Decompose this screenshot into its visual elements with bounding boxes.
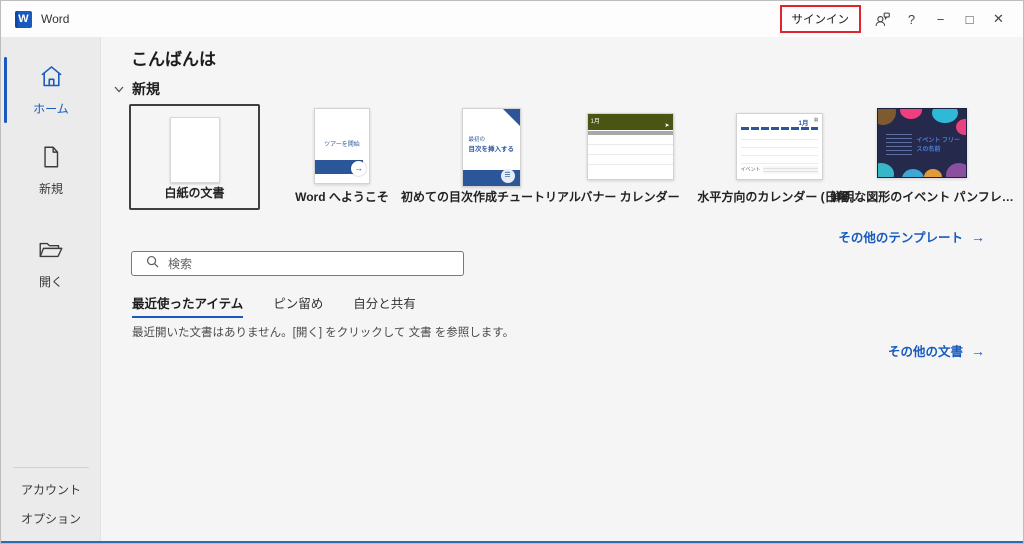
sign-in-button[interactable]: サインイン [783, 7, 859, 31]
week-header-line [741, 127, 818, 130]
toc-circle-icon: ☰ [501, 169, 515, 183]
arrow-right-icon: → [971, 229, 985, 245]
word-app-icon: W [15, 11, 32, 28]
thumb-event-label: イベント [741, 166, 761, 173]
blob-teal-top [932, 108, 958, 123]
toc-thumbnail: 最初の 目次を挿入する ☰ [462, 108, 521, 187]
calendar-grid [588, 135, 673, 171]
template-label: 鮮明な図形のイベント パンフレ… [822, 188, 1022, 205]
sidebar: ホーム 新規 開く アカウント オプション [1, 37, 101, 544]
blob-bronze [877, 108, 896, 125]
sidebar-item-home[interactable]: ホーム [1, 63, 101, 117]
corner-fold [503, 109, 520, 126]
sidebar-item-label: 開く [1, 273, 101, 290]
more-templates-link[interactable]: その他のテンプレート → [838, 227, 985, 246]
chevron-down-icon [114, 80, 124, 98]
app-title: Word [41, 12, 69, 26]
help-button[interactable]: ? [897, 1, 926, 37]
thumb-text-lines [886, 131, 912, 157]
sidebar-item-options[interactable]: オプション [1, 510, 101, 527]
blob-pink-top [900, 108, 922, 119]
welcome-thumbnail: ツアーを開始 → [314, 108, 370, 184]
blob-orange-bottom [924, 169, 942, 178]
template-vivid-event-brochure[interactable]: イベント フリー スの名前 鮮明な図形のイベント パンフレ… [822, 104, 1022, 183]
open-folder-icon [37, 250, 65, 267]
sidebar-divider [13, 467, 89, 468]
thumb-text: ツアーを開始 [315, 139, 369, 148]
new-document-icon [38, 157, 64, 174]
brochure-thumbnail: イベント フリー スの名前 [877, 108, 967, 178]
feedback-button[interactable] [868, 1, 897, 37]
word-start-screen: W Word サインイン ? − □ ✕ [0, 0, 1024, 544]
maximize-button[interactable]: □ [955, 1, 984, 37]
tab-recent[interactable]: 最近使ったアイテム [132, 293, 243, 318]
thumb-month: 1月 [798, 117, 808, 127]
thumb-text: 最初の 目次を挿入する [469, 135, 515, 153]
new-section-header[interactable]: 新規 [114, 79, 160, 99]
sidebar-item-open[interactable]: 開く [1, 237, 101, 290]
greeting-heading: こんばんは [131, 45, 216, 70]
template-label: 白紙の文書 [131, 184, 258, 201]
sidebar-item-new[interactable]: 新規 [1, 144, 101, 197]
calendar-grid [741, 132, 818, 164]
search-icon [132, 255, 159, 273]
search-box [131, 251, 464, 276]
new-section-title: 新規 [132, 79, 160, 99]
link-text: その他の文書 [888, 345, 963, 359]
blob-purple-bottom [946, 163, 967, 178]
more-documents-link[interactable]: その他の文書 → [888, 341, 985, 360]
titlebar-controls: サインイン ? − □ ✕ [783, 1, 1014, 37]
search-input[interactable] [168, 257, 463, 271]
window-accent-border [1, 541, 1023, 543]
main-content: こんばんは 新規 白紙の文書 ツアーを開始 → Word へようこそ [102, 37, 1024, 544]
olive-banner: 1月 ➤ [588, 114, 673, 130]
thumb-text: イベント フリー スの名前 [916, 135, 960, 153]
minimize-button[interactable]: − [926, 1, 955, 37]
close-button[interactable]: ✕ [984, 1, 1013, 37]
active-indicator [4, 57, 7, 123]
home-icon [38, 77, 65, 94]
arrow-circle-icon: → [351, 161, 366, 176]
thumb-mini-icon: ▦ [814, 117, 819, 123]
blob-cyan-bottom [877, 163, 894, 178]
tab-shared-with-me[interactable]: 自分と共有 [353, 293, 416, 318]
empty-recent-message: 最近開いた文書はありません。[開く] をクリックして 文書 を参照します。 [132, 324, 514, 340]
signin-wrap: サインイン [783, 7, 859, 31]
feedback-person-icon [874, 11, 891, 28]
tab-pinned[interactable]: ピン留め [273, 293, 323, 318]
arrow-right-icon: → [971, 343, 985, 359]
sidebar-item-account[interactable]: アカウント [1, 481, 101, 498]
blob-blue-bottom [902, 169, 924, 178]
template-blank-document[interactable]: 白紙の文書 [129, 104, 260, 210]
sidebar-item-label: ホーム [1, 100, 101, 117]
document-tabs: 最近使ったアイテム ピン留め 自分と共有 [132, 293, 416, 318]
titlebar: W Word サインイン ? − □ ✕ [1, 1, 1023, 37]
sidebar-item-label: 新規 [1, 180, 101, 197]
banner-calendar-thumbnail: 1月 ➤ [587, 113, 674, 180]
blank-page-thumbnail [170, 117, 220, 183]
thumb-text-lines [763, 166, 818, 174]
horizontal-calendar-thumbnail: 1月 ▦ イベント [736, 113, 823, 180]
link-text: その他のテンプレート [838, 231, 963, 245]
blob-pink-right [956, 119, 967, 135]
